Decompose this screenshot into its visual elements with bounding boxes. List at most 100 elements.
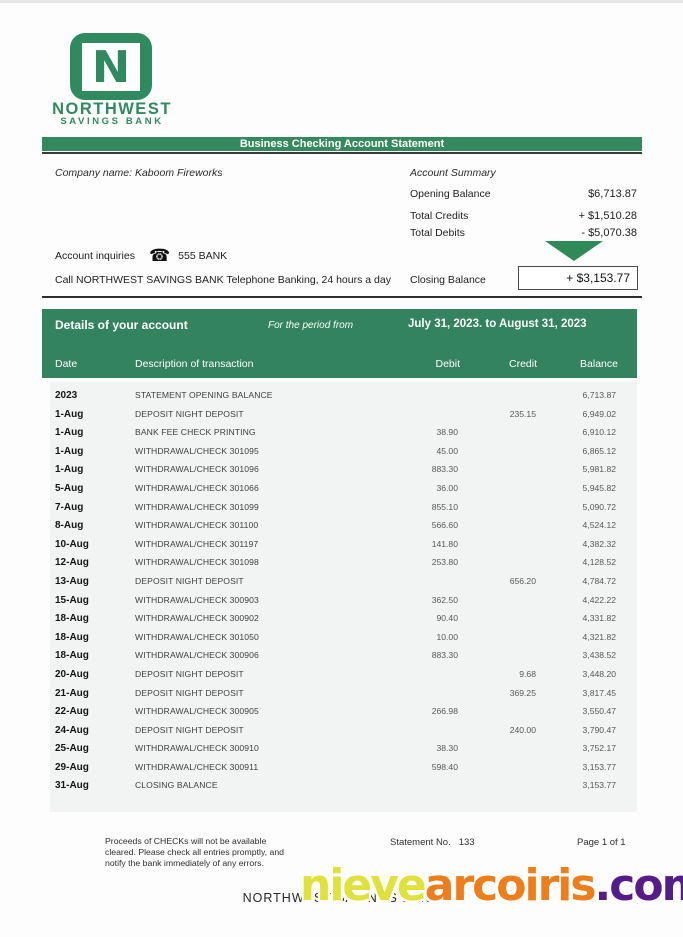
summary-row-total-debits: Total Debits - $5,070.38 xyxy=(410,227,637,239)
cell-date: 1-Aug xyxy=(55,446,83,457)
cell-debit: 266.98 xyxy=(432,706,458,716)
cell-debit: 10.00 xyxy=(436,632,458,642)
cell-balance: 4,321.82 xyxy=(583,632,616,642)
cell-debit: 253.80 xyxy=(432,557,458,567)
cell-description: DEPOSIT NIGHT DEPOSIT xyxy=(135,725,244,735)
table-row: 2023STATEMENT OPENING BALANCE6,713.87 xyxy=(50,388,637,407)
cell-date: 15-Aug xyxy=(55,595,89,606)
summary-value: - $5,070.38 xyxy=(581,227,637,239)
cell-credit: 235.15 xyxy=(510,409,536,419)
cell-balance: 4,382.32 xyxy=(583,539,616,549)
table-row: 5-AugWITHDRAWAL/CHECK 30106636.005,945.8… xyxy=(50,481,637,500)
summary-row-total-credits: Total Credits + $1,510.28 xyxy=(410,210,637,222)
summary-label: Total Credits xyxy=(410,210,468,222)
statement-number-value: 133 xyxy=(459,837,475,848)
cell-debit: 566.60 xyxy=(432,520,458,530)
cell-date: 24-Aug xyxy=(55,725,89,736)
table-row: 18-AugWITHDRAWAL/CHECK 30105010.004,321.… xyxy=(50,630,637,649)
cell-balance: 4,784.72 xyxy=(583,576,616,586)
cell-description: WITHDRAWAL/CHECK 301050 xyxy=(135,632,259,642)
cell-description: BANK FEE CHECK PRINTING xyxy=(135,427,256,437)
cell-description: DEPOSIT NIGHT DEPOSIT xyxy=(135,669,244,679)
cell-date: 1-Aug xyxy=(55,409,83,420)
cell-description: WITHDRAWAL/CHECK 301098 xyxy=(135,557,259,567)
table-row: 20-Aug DEPOSIT NIGHT DEPOSIT 9.68 3,448.20 xyxy=(50,667,637,686)
table-row: 8-AugWITHDRAWAL/CHECK 301100566.604,524.… xyxy=(50,518,637,537)
footer-notice-line: notify the bank immediately of any error… xyxy=(105,858,290,869)
summary-label: Total Debits xyxy=(410,227,465,239)
cell-balance: 3,752.17 xyxy=(583,743,616,753)
summary-value: + $1,510.28 xyxy=(579,210,637,222)
table-row: 15-AugWITHDRAWAL/CHECK 300903362.504,422… xyxy=(50,593,637,612)
watermark-part-1: nieve xyxy=(300,860,425,911)
account-inquiries-line: Account inquiries ☎ 555 BANK xyxy=(55,250,227,262)
table-header: Details of your account For the period f… xyxy=(42,309,637,378)
cell-date: 1-Aug xyxy=(55,427,83,438)
cell-description: WITHDRAWAL/CHECK 301095 xyxy=(135,446,259,456)
company-name: Company name: Kaboom Fireworks xyxy=(55,167,222,179)
table-row: 22-AugWITHDRAWAL/CHECK 300905266.983,550… xyxy=(50,704,637,723)
column-header-debit: Debit xyxy=(380,358,460,370)
table-row: 10-AugWITHDRAWAL/CHECK 301197141.804,382… xyxy=(50,537,637,556)
cell-date: 22-Aug xyxy=(55,706,89,717)
cell-debit: 45.00 xyxy=(436,446,458,456)
cell-credit: 9.68 xyxy=(519,669,536,679)
section-divider xyxy=(42,296,642,298)
column-header-balance: Balance xyxy=(538,358,618,370)
table-row: 12-AugWITHDRAWAL/CHECK 301098253.804,128… xyxy=(50,555,637,574)
cell-date: 5-Aug xyxy=(55,483,83,494)
cell-date: 21-Aug xyxy=(55,688,89,699)
table-row: 13-AugDEPOSIT NIGHT DEPOSIT656.204,784.7… xyxy=(50,574,637,593)
cell-debit: 883.30 xyxy=(432,650,458,660)
cell-description: DEPOSIT NIGHT DEPOSIT xyxy=(135,688,244,698)
cell-date: 18-Aug xyxy=(55,613,89,624)
footer-notice-line: cleared. Please check all entries prompt… xyxy=(105,847,290,858)
table-row: 31-AugCLOSING BALANCE3,153.77 xyxy=(50,778,637,797)
cell-description: WITHDRAWAL/CHECK 301100 xyxy=(135,520,258,530)
cell-description: DEPOSIT NIGHT DEPOSIT xyxy=(135,576,244,586)
account-inquiries-label: Account inquiries xyxy=(55,250,135,262)
closing-balance-arrow-icon xyxy=(545,241,603,261)
table-row: 18-AugWITHDRAWAL/CHECK 300906883.303,438… xyxy=(50,648,637,667)
cell-description: STATEMENT OPENING BALANCE xyxy=(135,390,273,400)
cell-description: WITHDRAWAL/CHECK 300910 xyxy=(135,743,259,753)
table-row: 29-AugWITHDRAWAL/CHECK 300911598.403,153… xyxy=(50,760,637,779)
transactions-body: 2023STATEMENT OPENING BALANCE6,713.87 1-A… xyxy=(50,382,637,812)
cell-balance: 5,090.72 xyxy=(583,502,616,512)
cell-balance: 4,128.52 xyxy=(583,557,616,567)
details-section-title: Details of your account xyxy=(55,318,188,332)
cell-balance: 6,910.12 xyxy=(583,427,616,437)
cell-date: 20-Aug xyxy=(55,669,89,680)
cell-description: DEPOSIT NIGHT DEPOSIT xyxy=(135,409,244,419)
cell-balance: 3,448.20 xyxy=(583,669,616,679)
account-summary-heading: Account Summary xyxy=(410,167,496,179)
column-header-date: Date xyxy=(55,358,77,370)
table-row: 1-Aug WITHDRAWAL/CHECK 301095 45.00 6,865.1… xyxy=(50,444,637,463)
page-indicator: Page 1 of 1 xyxy=(577,837,626,848)
bank-logo-letter: N xyxy=(92,45,131,89)
cell-date: 7-Aug xyxy=(55,502,83,513)
cell-balance: 5,945.82 xyxy=(583,483,616,493)
cell-balance: 3,817.45 xyxy=(583,688,616,698)
phone-number: 555 BANK xyxy=(178,250,227,262)
table-row: 1-Aug BANK FEE CHECK PRINTING 38.90 6,910.1… xyxy=(50,425,637,444)
watermark-part-2: arcoiris xyxy=(425,860,595,911)
cell-description: WITHDRAWAL/CHECK 301099 xyxy=(135,502,259,512)
bank-logo-inner-square: N xyxy=(82,43,140,91)
watermark-part-3: .com xyxy=(595,860,683,911)
cell-balance: 3,438.52 xyxy=(583,650,616,660)
scan-edge-artifact xyxy=(0,0,683,3)
table-row: 18-AugWITHDRAWAL/CHECK 30090290.404,331.… xyxy=(50,611,637,630)
cell-description: WITHDRAWAL/CHECK 301096 xyxy=(135,464,259,474)
cell-description: WITHDRAWAL/CHECK 300905 xyxy=(135,706,259,716)
summary-value: $6,713.87 xyxy=(588,188,637,200)
cell-debit: 38.90 xyxy=(436,427,458,437)
cell-balance: 4,524.12 xyxy=(583,520,616,530)
table-row: 7-AugWITHDRAWAL/CHECK 301099855.105,090.… xyxy=(50,500,637,519)
period-label: For the period from xyxy=(268,320,353,331)
title-underline xyxy=(42,152,642,154)
cell-description: CLOSING BALANCE xyxy=(135,780,218,790)
cell-balance: 3,790.47 xyxy=(583,725,616,735)
cell-balance: 6,865.12 xyxy=(583,446,616,456)
table-row: 21-AugDEPOSIT NIGHT DEPOSIT369.253,817.4… xyxy=(50,686,637,705)
